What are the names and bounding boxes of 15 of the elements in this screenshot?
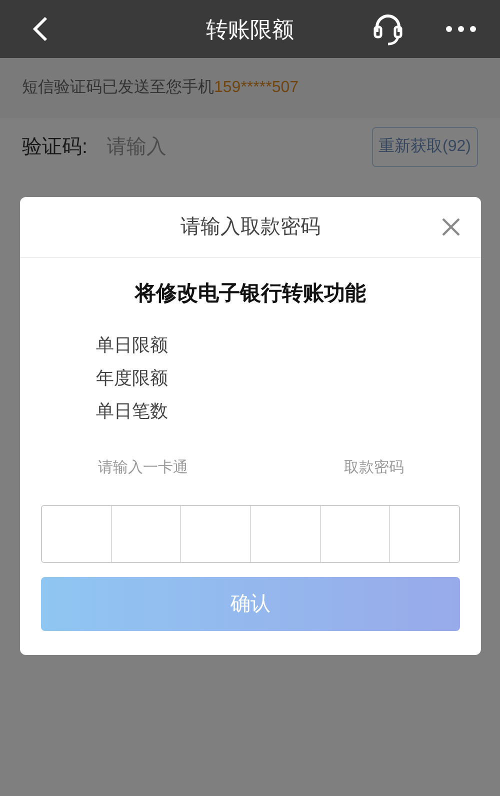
close-icon[interactable] — [442, 218, 460, 236]
more-icon[interactable] — [446, 26, 476, 32]
page-title: 转账限额 — [205, 16, 295, 44]
pin-hint: 请输入一卡通 — [98, 458, 188, 478]
headset-icon[interactable] — [372, 12, 404, 46]
limit-item: 单日限额 — [96, 334, 168, 356]
limit-item: 年度限额 — [96, 366, 168, 390]
pin-hint: 取款密码 — [344, 458, 404, 478]
dialog-heading: 将修改电子银行转账功能 — [133, 281, 367, 307]
limit-item: 单日笔数 — [96, 400, 168, 422]
code-label: 验证码: — [22, 135, 89, 160]
back-icon[interactable] — [32, 16, 48, 42]
dialog-title: 请输入取款密码 — [180, 215, 320, 240]
pin-input[interactable] — [41, 505, 460, 563]
sms-notice: 短信验证码已发送至您手机159*****507 — [22, 78, 299, 98]
